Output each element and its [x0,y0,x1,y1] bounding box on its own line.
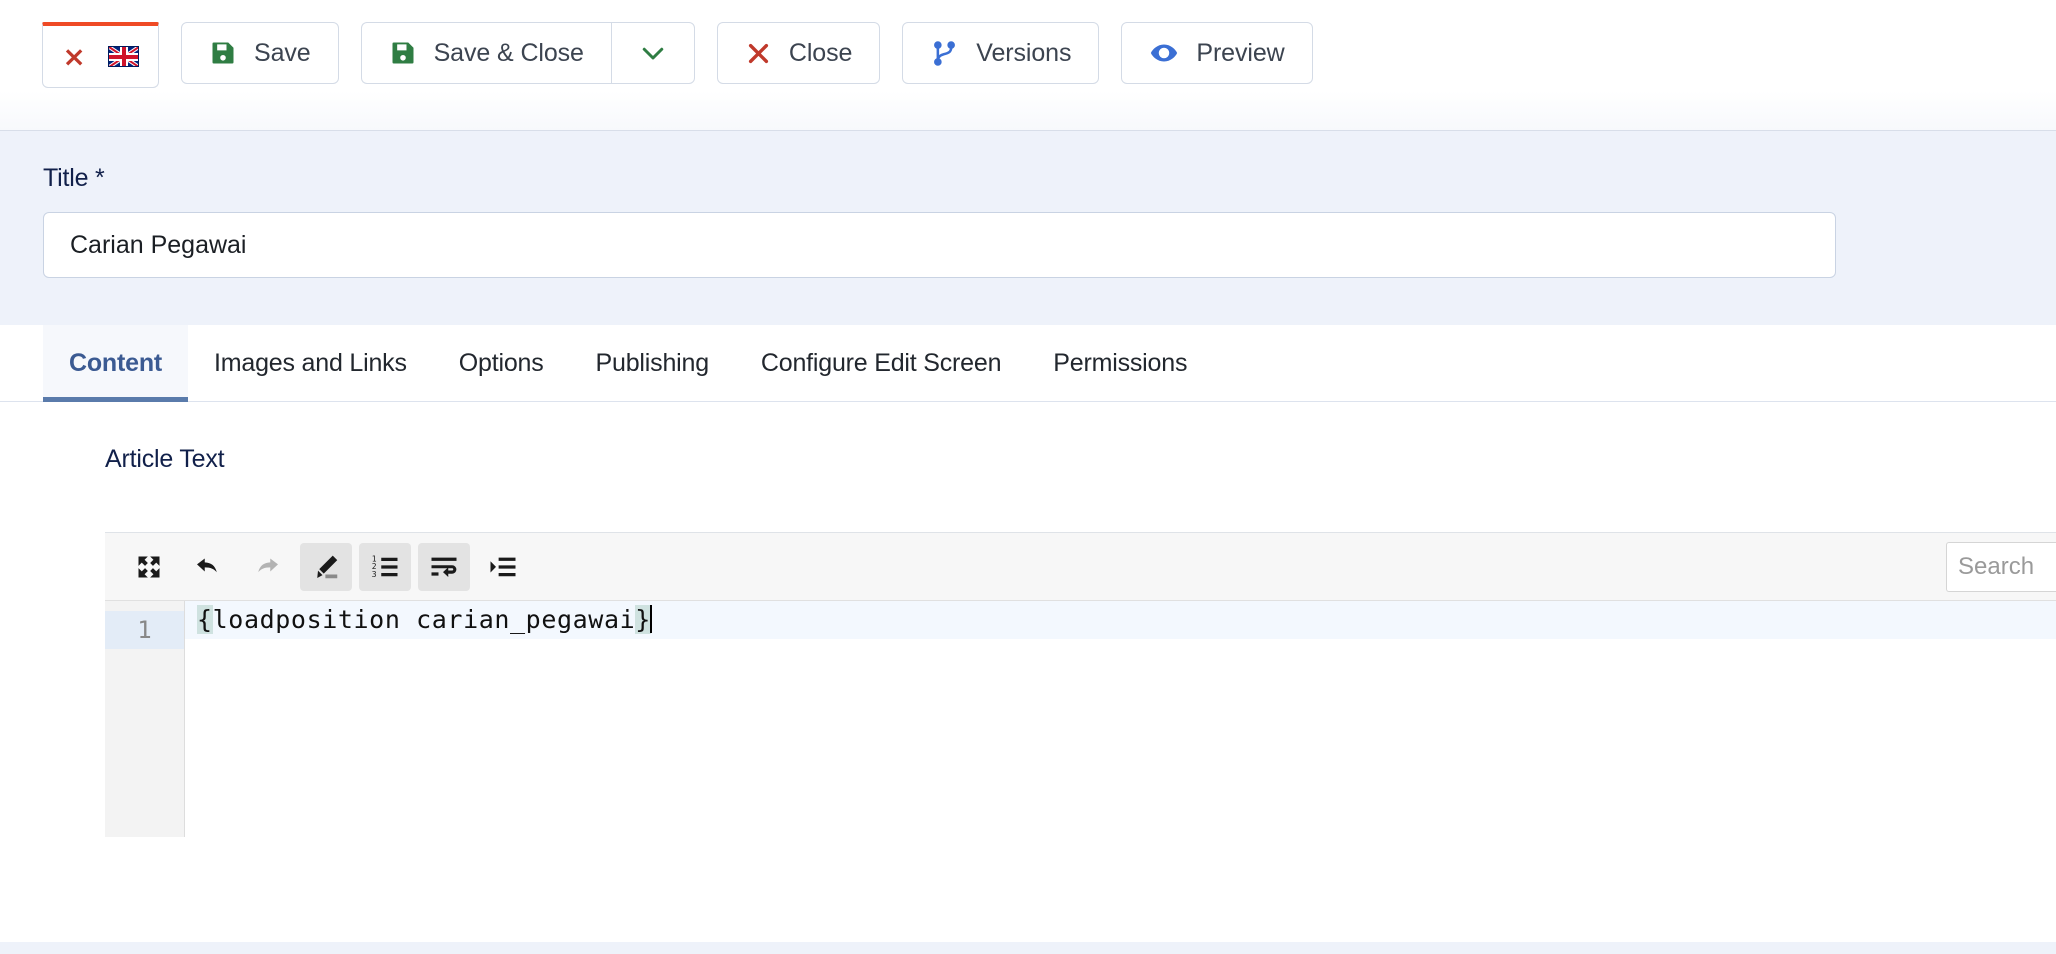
save-button-label: Save [254,38,311,67]
preview-button[interactable]: Preview [1121,22,1313,84]
text-caret [649,605,652,633]
code-editor-toolbar: 1 2 3 Search [105,533,2056,601]
editor-action-toolbar: × Save Save & Close Close Versions Previ… [0,0,2056,131]
edit-tabs: Content Images and Links Options Publish… [0,325,2056,402]
save-icon [209,39,237,67]
indent-icon[interactable] [477,543,529,591]
marker-pencil-icon[interactable] [300,542,352,591]
versions-button[interactable]: Versions [902,22,1100,84]
versions-button-label: Versions [976,38,1072,67]
code-area[interactable]: 1 {loadposition carian_pegawai} [105,601,2056,837]
tab-content-label: Content [69,348,163,377]
code-editor-search-input[interactable]: Search [1946,542,2056,592]
code-line-1[interactable]: {loadposition carian_pegawai} [185,601,2056,639]
code-editor-search-placeholder: Search [1958,553,2035,580]
tab-permissions[interactable]: Permissions [1027,325,1213,401]
eye-icon [1149,38,1179,68]
uk-flag-icon [107,46,139,67]
tab-configure-edit-screen-label: Configure Edit Screen [760,348,1002,377]
tab-images-and-links-label: Images and Links [214,348,407,377]
tab-images-and-links[interactable]: Images and Links [188,325,433,401]
code-editor: 1 2 3 Search 1 {loadposition carian_pega… [105,532,2056,837]
numbered-list-icon[interactable]: 1 2 3 [359,542,411,591]
chevron-down-icon [638,38,668,68]
preview-button-label: Preview [1196,38,1285,67]
close-icon: × [62,39,86,73]
close-brace: } [635,605,651,634]
git-branch-icon [930,39,959,68]
content-tab-panel: Article Text 1 2 3 Search 1 {loadpositio… [0,402,2056,942]
tab-content[interactable]: Content [43,325,189,402]
code-lines[interactable]: {loadposition carian_pegawai} [185,601,2056,837]
save-and-close-group: Save & Close [360,22,695,84]
line-number-gutter: 1 [105,601,185,837]
save-button[interactable]: Save [181,22,339,84]
tab-permissions-label: Permissions [1053,348,1188,377]
code-text: loadposition carian_pegawai [212,605,636,634]
save-dropdown-toggle[interactable] [610,22,695,84]
article-text-label: Article Text [105,445,225,473]
title-label: Title * [43,164,105,192]
word-wrap-icon[interactable] [418,542,470,591]
tab-publishing[interactable]: Publishing [570,325,735,401]
save-and-close-button-label: Save & Close [433,38,584,67]
title-field-group: Title * Carian Pegawai [0,131,2056,278]
tab-publishing-label: Publishing [595,348,710,377]
tab-options-label: Options [458,348,544,377]
title-input-value: Carian Pegawai [70,230,247,259]
close-x-icon [745,40,772,67]
tab-options[interactable]: Options [433,325,570,401]
open-brace: { [197,605,213,634]
save-icon [389,39,417,67]
line-number: 1 [105,611,184,649]
title-input[interactable]: Carian Pegawai [43,212,1836,278]
tab-configure-edit-screen[interactable]: Configure Edit Screen [735,325,1027,401]
close-button-label: Close [788,38,853,67]
redo-icon[interactable] [241,543,293,591]
svg-text:3: 3 [372,569,377,578]
language-switcher-button[interactable]: × [42,22,159,88]
save-and-close-button[interactable]: Save & Close [360,22,611,84]
fullscreen-icon[interactable] [123,543,175,591]
article-edit-page: Title * Carian Pegawai Content Images an… [0,131,2056,954]
undo-icon[interactable] [182,543,234,591]
close-button[interactable]: Close [716,22,881,84]
